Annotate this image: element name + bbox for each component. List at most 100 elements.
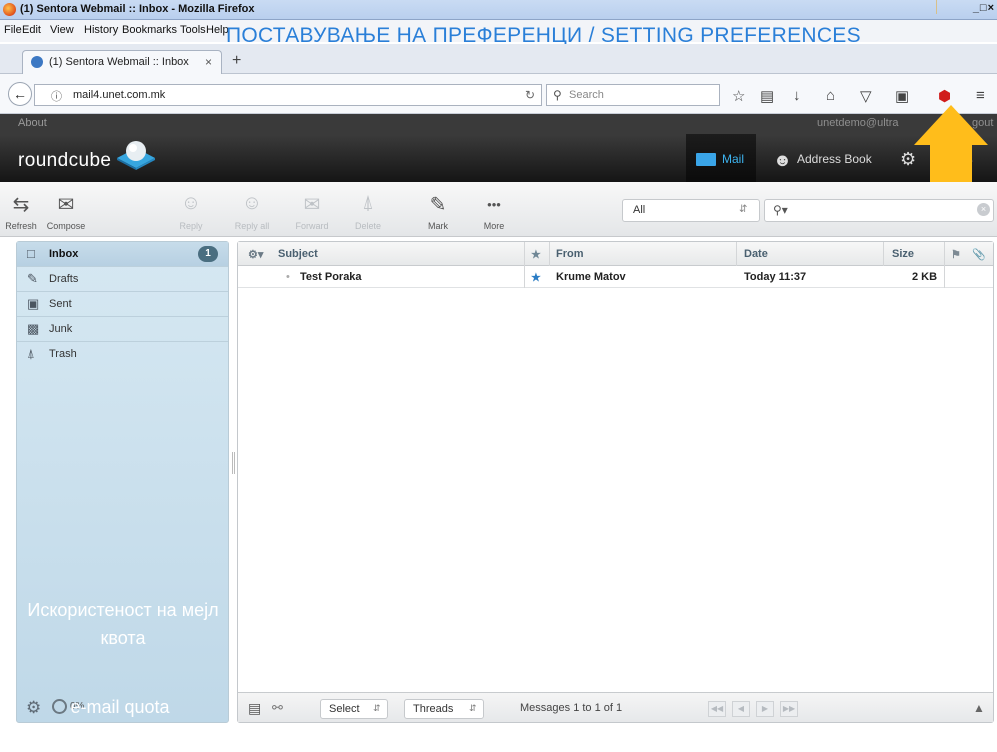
expand-preview-icon[interactable]: ▲ xyxy=(973,701,985,715)
window-titlebar: (1) Sentora Webmail :: Inbox - Mozilla F… xyxy=(0,0,997,20)
tab-bar: (1) Sentora Webmail :: Inbox × + xyxy=(0,44,997,74)
menu-tools[interactable]: Tools xyxy=(180,24,206,36)
flag-column-star-icon[interactable]: ★ xyxy=(531,248,541,261)
folder-label: Drafts xyxy=(49,273,79,285)
message-from: Krume Matov xyxy=(556,271,626,283)
roundcube-logo-icon xyxy=(117,141,155,170)
threads-toggle-icon[interactable]: ⚯ xyxy=(272,700,283,716)
folder-drafts[interactable]: ✎ Drafts xyxy=(17,267,228,292)
pocket-icon[interactable]: ▽ xyxy=(860,87,872,105)
menu-file[interactable]: File xyxy=(4,24,22,36)
filter-select[interactable]: All ⇵ xyxy=(622,199,760,222)
mark-button[interactable]: ✎ Mark xyxy=(418,182,458,237)
next-page-icon[interactable]: ▶ xyxy=(756,701,774,717)
column-date[interactable]: Date xyxy=(744,248,768,260)
window-controls[interactable]: _□× xyxy=(973,2,995,14)
nav-mail-label: Mail xyxy=(722,152,745,166)
threads-dropdown[interactable]: Threads ⇵ xyxy=(404,699,484,719)
pane-splitter[interactable] xyxy=(232,452,235,474)
hamburger-menu-icon[interactable]: ≡ xyxy=(976,87,985,104)
search-icon: ⚲ xyxy=(553,88,562,102)
folder-label: Sent xyxy=(49,298,72,310)
delete-label: Delete xyxy=(354,221,381,231)
column-divider xyxy=(736,242,737,266)
list-footer: ▤ ⚯ Select ⇵ Threads ⇵ Messages 1 to 1 o… xyxy=(238,692,993,722)
message-subject[interactable]: Test Poraka xyxy=(300,271,362,283)
firefox-icon xyxy=(3,3,16,16)
menu-bookmarks[interactable]: Bookmarks xyxy=(122,24,177,36)
flagged-star-icon[interactable]: ★ xyxy=(531,271,541,284)
more-button[interactable]: ••• More xyxy=(474,182,514,237)
browser-search-input[interactable]: ⚲ Search xyxy=(546,84,720,106)
reply-all-button[interactable]: ☺ Reply all xyxy=(228,182,276,237)
folder-options-gear-icon[interactable]: ⚙ xyxy=(26,698,41,718)
search-options-icon[interactable]: ⚲▾ xyxy=(773,203,788,217)
annotation-quota-mk: Искористеност на мејл квота xyxy=(27,600,219,648)
refresh-icon: ⇆ xyxy=(12,194,30,216)
url-text[interactable]: mail4.unet.com.mk xyxy=(73,89,165,101)
pencil-icon: ✎ xyxy=(429,194,447,216)
rc-header: roundcube Mail ☻ Address Book ⚙ gs xyxy=(0,134,997,182)
column-from[interactable]: From xyxy=(556,248,584,260)
reload-icon[interactable]: ↻ xyxy=(525,88,535,102)
flag-column-icon[interactable]: ⚑ xyxy=(951,248,961,261)
select-label: Select xyxy=(329,703,360,715)
folder-trash[interactable]: ⍋ Trash xyxy=(17,342,228,367)
folder-junk[interactable]: ▩ Junk xyxy=(17,317,228,342)
prev-page-icon[interactable]: ◀ xyxy=(732,701,750,717)
first-page-icon[interactable]: ◀◀ xyxy=(708,701,726,717)
new-tab-button[interactable]: + xyxy=(232,52,241,70)
back-button[interactable]: ← xyxy=(8,82,32,106)
forward-button[interactable]: ✉ Forward xyxy=(288,182,336,237)
column-divider xyxy=(944,242,945,266)
folder-inbox[interactable]: □ Inbox 1 xyxy=(17,242,228,267)
select-arrows-icon: ⇵ xyxy=(373,703,381,713)
menu-view[interactable]: View xyxy=(50,24,74,36)
bookmarks-list-icon[interactable]: ▤ xyxy=(760,87,774,105)
delete-button[interactable]: ⍋ Delete xyxy=(348,182,388,237)
bookmark-star-icon[interactable]: ☆ xyxy=(732,87,745,105)
last-page-icon[interactable]: ▶▶ xyxy=(780,701,798,717)
url-bar[interactable]: ⓘ mail4.unet.com.mk ↻ xyxy=(34,84,542,106)
forward-icon: ✉ xyxy=(303,194,321,216)
list-menu-icon[interactable]: ▤ xyxy=(248,700,261,717)
tab-title: (1) Sentora Webmail :: Inbox xyxy=(49,56,189,68)
column-divider xyxy=(524,266,525,288)
nav-bar: ← ⓘ mail4.unet.com.mk ↻ ⚲ Search ☆ ▤ ↓ ⌂… xyxy=(0,74,997,114)
menu-edit[interactable]: Edit xyxy=(22,24,41,36)
clear-search-icon[interactable]: × xyxy=(977,203,990,216)
tab-webmail[interactable]: (1) Sentora Webmail :: Inbox × xyxy=(22,50,222,74)
column-size[interactable]: Size xyxy=(892,248,914,260)
screenshot-icon[interactable]: ▣ xyxy=(895,87,909,105)
select-dropdown[interactable]: Select ⇵ xyxy=(320,699,388,719)
sent-icon: ▣ xyxy=(27,296,40,311)
home-icon[interactable]: ⌂ xyxy=(826,87,835,104)
list-options-gear-icon[interactable]: ⚙▾ xyxy=(248,248,263,261)
inbox-icon: □ xyxy=(27,246,35,261)
compose-button[interactable]: ✉ Compose xyxy=(40,182,92,237)
downloads-icon[interactable]: ↓ xyxy=(793,87,801,104)
column-subject[interactable]: Subject xyxy=(278,248,318,260)
message-date: Today 11:37 xyxy=(744,271,807,283)
attachment-column-icon[interactable]: 📎 xyxy=(972,248,986,261)
about-link[interactable]: About xyxy=(18,117,47,129)
mail-search-input[interactable]: ⚲▾ × xyxy=(764,199,994,222)
roundcube-logo[interactable]: roundcube xyxy=(18,150,111,172)
reply-button[interactable]: ☺ Reply xyxy=(166,182,216,237)
more-label: More xyxy=(483,221,505,231)
annotation-quota-en: e-mail quota usage xyxy=(70,697,170,741)
table-row[interactable]: • Test Poraka ★ Krume Matov Today 11:37 … xyxy=(238,266,993,288)
info-icon[interactable]: ⓘ xyxy=(51,88,62,104)
ublock-icon[interactable]: ⬢ xyxy=(938,87,951,105)
more-dots-icon: ••• xyxy=(487,197,501,212)
tab-close-icon[interactable]: × xyxy=(205,55,212,69)
reply-label: Reply xyxy=(179,221,203,231)
nav-mail[interactable]: Mail xyxy=(686,134,756,182)
forward-label: Forward xyxy=(295,221,329,231)
refresh-button[interactable]: ⇆ Refresh xyxy=(2,182,40,237)
annotation-arrow-head xyxy=(914,105,988,145)
menu-history[interactable]: History xyxy=(84,24,118,36)
column-divider xyxy=(549,242,550,266)
folder-sent[interactable]: ▣ Sent xyxy=(17,292,228,317)
select-arrows-icon: ⇵ xyxy=(739,204,748,215)
